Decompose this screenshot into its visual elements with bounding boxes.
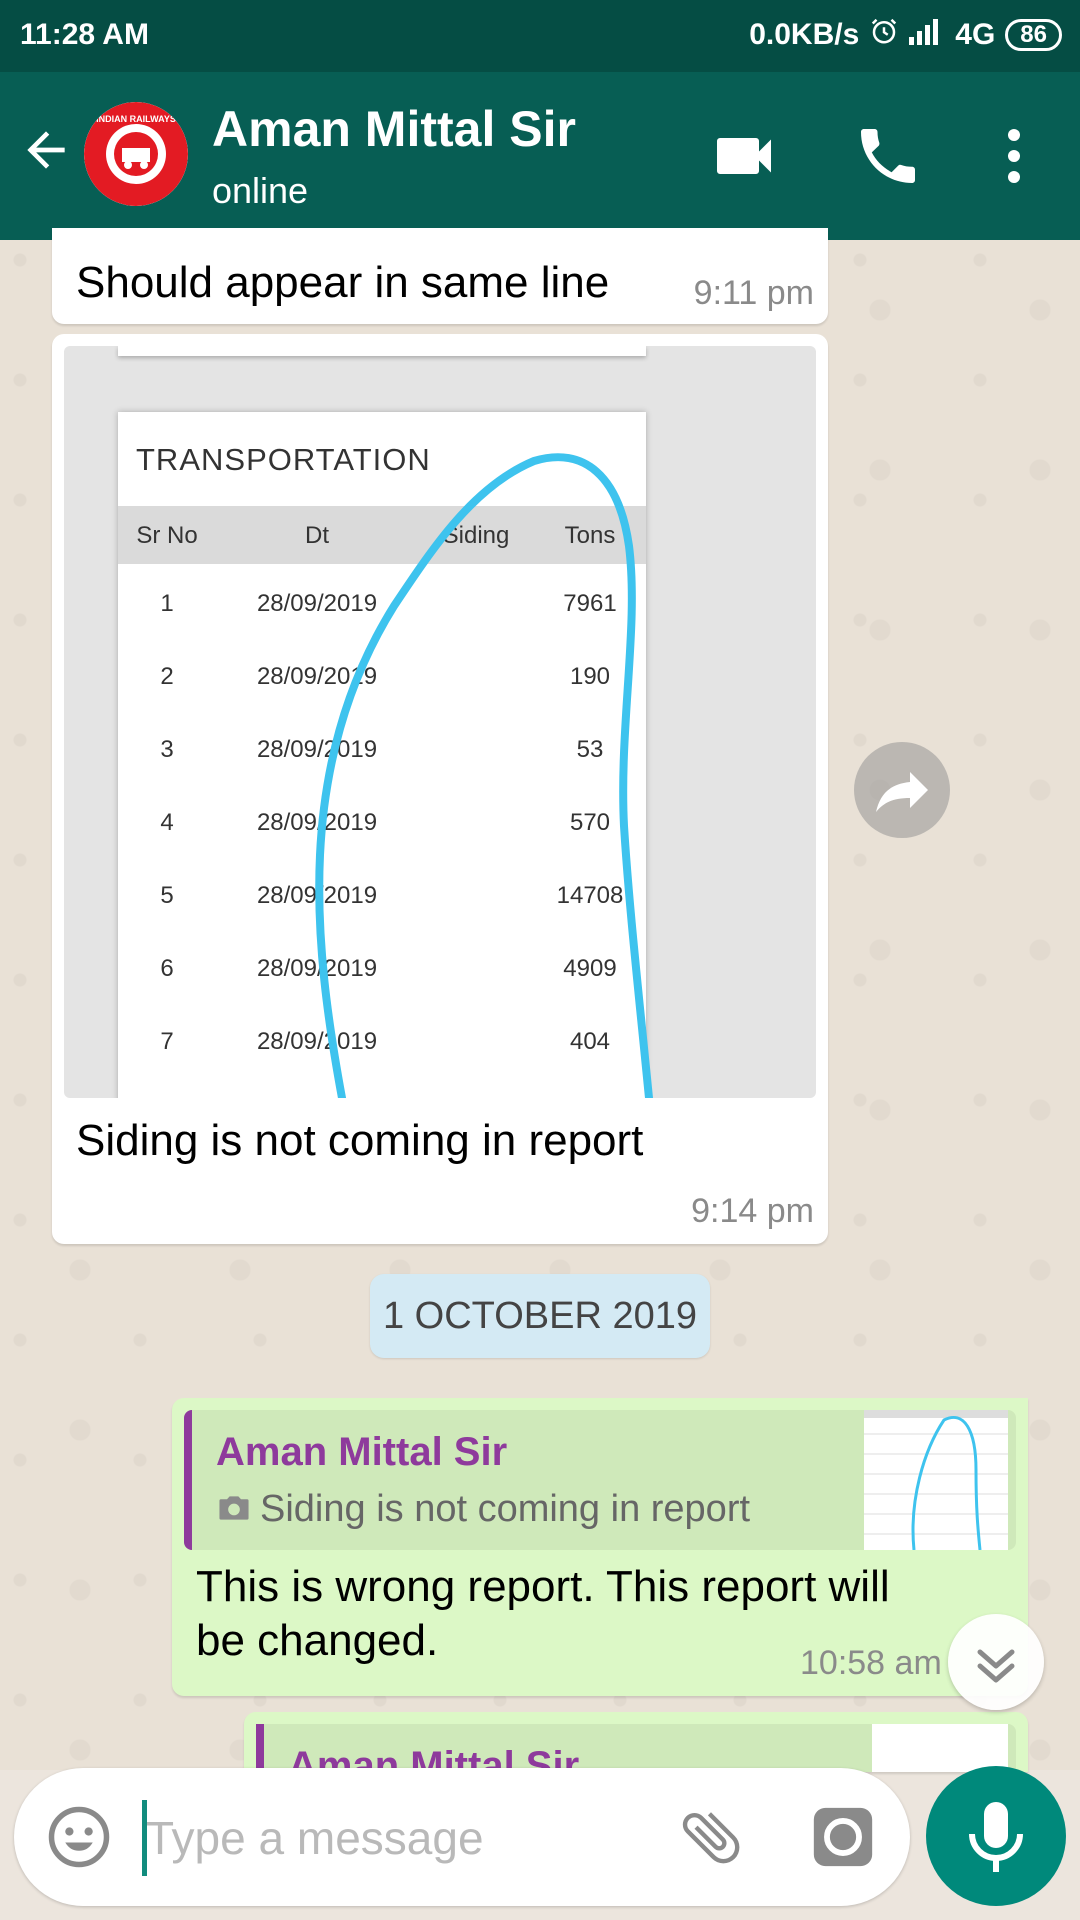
- quoted-message: Aman Mittal Sir: [256, 1724, 1016, 1772]
- quoted-text: Siding is not coming in report: [260, 1488, 751, 1530]
- indian-railways-logo-icon: INDIAN RAILWAYS: [84, 102, 188, 206]
- attachment-icon[interactable]: [676, 1802, 746, 1877]
- quote-accent-bar: [184, 1410, 192, 1550]
- camera-icon: [216, 1492, 252, 1529]
- outgoing-message-preview[interactable]: Aman Mittal Sir: [244, 1712, 1028, 1772]
- reply-text-line-2: be changed.: [196, 1616, 439, 1665]
- avatar[interactable]: INDIAN RAILWAYS: [84, 102, 188, 206]
- contact-name[interactable]: Aman Mittal Sir: [212, 100, 576, 158]
- quoted-image-thumbnail: [872, 1724, 1008, 1772]
- voice-record-button[interactable]: [926, 1766, 1066, 1906]
- report-screenshot-image[interactable]: TRANSPORTATION Sr No Dt Siding Tons 1 28…: [64, 346, 816, 1098]
- avatar-logo-text: INDIAN RAILWAYS: [96, 114, 176, 124]
- double-chevron-down-icon: [977, 1649, 1015, 1683]
- microphone-icon: [969, 1802, 1023, 1872]
- emoji-icon[interactable]: [46, 1804, 112, 1875]
- message-text: Should appear in same line: [76, 258, 610, 307]
- quote-accent-bar: [256, 1724, 264, 1772]
- status-bar: 11:28 AM 0.0KB/s 4G 86: [0, 0, 1080, 72]
- date-divider: 1 OCTOBER 2019: [370, 1274, 710, 1358]
- alarm-icon: [869, 16, 899, 54]
- status-indicators: 0.0KB/s 4G 86: [749, 16, 1062, 54]
- video-call-icon[interactable]: [708, 120, 780, 192]
- network-type: 4G: [955, 18, 996, 51]
- forward-button[interactable]: [854, 742, 950, 838]
- back-arrow-icon[interactable]: [18, 122, 74, 178]
- forward-arrow-icon: [876, 772, 928, 812]
- reply-text-line-1: This is wrong report. This report will: [196, 1562, 890, 1611]
- image-caption: Siding is not coming in report: [76, 1116, 644, 1165]
- quoted-message[interactable]: Aman Mittal Sir Siding is not coming in …: [184, 1410, 1016, 1550]
- message-time: 10:58 am: [800, 1644, 942, 1682]
- outgoing-reply-message[interactable]: Aman Mittal Sir Siding is not coming in …: [172, 1398, 1028, 1696]
- message-time: 9:11 pm: [693, 274, 814, 312]
- annotation-loop-drawing: [315, 453, 653, 1098]
- battery-indicator: 86: [1005, 19, 1062, 51]
- message-time: 9:14 pm: [691, 1192, 814, 1230]
- quoted-image-thumbnail: [864, 1410, 1008, 1550]
- chat-header: INDIAN RAILWAYS Aman Mittal Sir online: [0, 72, 1080, 240]
- phone-call-icon[interactable]: [852, 120, 924, 192]
- incoming-message[interactable]: Should appear in same line 9:11 pm: [52, 228, 828, 324]
- more-options-icon[interactable]: [978, 120, 1050, 192]
- message-input[interactable]: [144, 1802, 658, 1874]
- scroll-to-bottom-button[interactable]: [948, 1614, 1044, 1710]
- status-time: 11:28 AM: [20, 18, 149, 51]
- network-speed: 0.0KB/s: [749, 18, 860, 51]
- signal-icon: [909, 17, 945, 53]
- contact-status: online: [212, 170, 309, 211]
- camera-icon[interactable]: [808, 1802, 878, 1877]
- quoted-author: Aman Mittal Sir: [216, 1430, 508, 1474]
- message-composer: [14, 1768, 910, 1906]
